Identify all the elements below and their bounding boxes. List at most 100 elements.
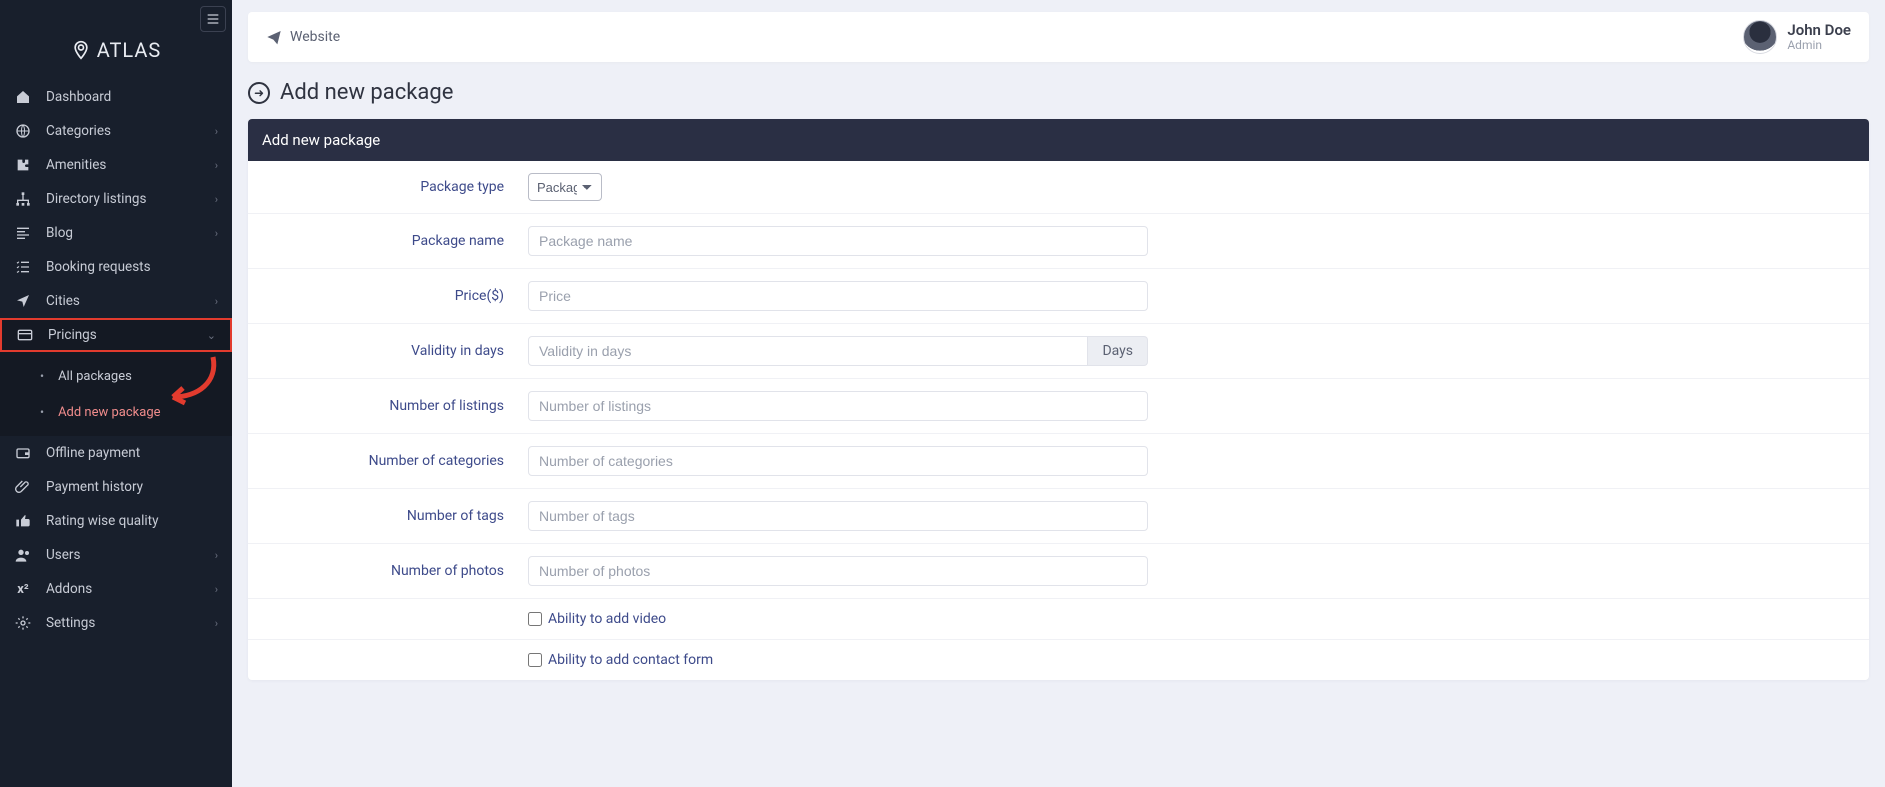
- price-input[interactable]: [528, 281, 1148, 311]
- avatar: [1743, 20, 1777, 54]
- row-categories: Number of categories: [248, 434, 1869, 489]
- package-name-input[interactable]: [528, 226, 1148, 256]
- row-validity: Validity in days Days: [248, 324, 1869, 379]
- sidebar-item-amenities[interactable]: Amenities ›: [0, 148, 232, 182]
- sidebar-item-label: Amenities: [46, 157, 106, 173]
- sidebar-item-directory-listings[interactable]: Directory listings ›: [0, 182, 232, 216]
- label-price: Price($): [248, 288, 528, 304]
- user-role: Admin: [1787, 39, 1851, 52]
- website-link[interactable]: Website: [266, 29, 340, 45]
- circle-arrow-icon: ➜: [248, 82, 270, 104]
- home-icon: [14, 89, 32, 105]
- pricings-submenu: All packages Add new package: [0, 352, 232, 436]
- paperclip-icon: [14, 479, 32, 495]
- row-listings: Number of listings: [248, 379, 1869, 434]
- sitemap-icon: [14, 191, 32, 207]
- brand-pin-icon: [71, 40, 91, 60]
- location-arrow-icon: [14, 293, 32, 309]
- listings-input[interactable]: [528, 391, 1148, 421]
- label-categories: Number of categories: [248, 453, 528, 469]
- chevron-right-icon: ›: [215, 549, 218, 562]
- label-listings: Number of listings: [248, 398, 528, 414]
- superscript-icon: x²: [14, 582, 32, 597]
- sidebar-item-label: Rating wise quality: [46, 513, 158, 529]
- row-tags: Number of tags: [248, 489, 1869, 544]
- sidebar-subitem-label: All packages: [58, 369, 132, 384]
- ability-video-label: Ability to add video: [548, 611, 666, 627]
- sidebar-item-booking-requests[interactable]: Booking requests: [0, 250, 232, 284]
- sidebar-item-label: Payment history: [46, 479, 143, 495]
- label-package-type: Package type: [248, 179, 528, 195]
- photos-input[interactable]: [528, 556, 1148, 586]
- sidebar-item-label: Categories: [46, 123, 111, 139]
- sidebar-item-label: Settings: [46, 615, 95, 631]
- page-title-row: ➜ Add new package: [232, 62, 1885, 119]
- brand-name: ATLAS: [97, 38, 162, 62]
- sidebar-item-blog[interactable]: Blog ›: [0, 216, 232, 250]
- puzzle-icon: [14, 157, 32, 173]
- row-price: Price($): [248, 269, 1869, 324]
- chevron-down-icon: ⌄: [207, 329, 216, 342]
- chevron-right-icon: ›: [215, 159, 218, 172]
- sidebar-toggle-button[interactable]: [200, 6, 226, 32]
- sidebar-item-users[interactable]: Users ›: [0, 538, 232, 572]
- sidebar-item-label: Dashboard: [46, 89, 111, 105]
- sidebar-item-settings[interactable]: Settings ›: [0, 606, 232, 640]
- chevron-right-icon: ›: [215, 125, 218, 138]
- sidebar-item-label: Offline payment: [46, 445, 140, 461]
- row-contact: Ability to add contact form: [248, 640, 1869, 680]
- credit-card-icon: [16, 327, 34, 343]
- label-package-name: Package name: [248, 233, 528, 249]
- chevron-right-icon: ›: [215, 583, 218, 596]
- sidebar-item-dashboard[interactable]: Dashboard: [0, 80, 232, 114]
- user-menu[interactable]: John Doe Admin: [1743, 20, 1851, 54]
- sidebar-item-cities[interactable]: Cities ›: [0, 284, 232, 318]
- row-photos: Number of photos: [248, 544, 1869, 599]
- sidebar-item-label: Directory listings: [46, 191, 146, 207]
- tags-input[interactable]: [528, 501, 1148, 531]
- sidebar-item-categories[interactable]: Categories ›: [0, 114, 232, 148]
- sidebar-item-label: Addons: [46, 581, 92, 597]
- sidebar-item-label: Booking requests: [46, 259, 151, 275]
- card-header: Add new package: [248, 119, 1869, 161]
- sidebar-subitem-add-new-package[interactable]: Add new package: [0, 394, 232, 430]
- label-photos: Number of photos: [248, 563, 528, 579]
- package-type-select[interactable]: Packag…: [528, 173, 602, 201]
- user-name: John Doe: [1787, 22, 1851, 39]
- gear-icon: [14, 615, 32, 631]
- wallet-icon: [14, 445, 32, 461]
- chevron-right-icon: ›: [215, 227, 218, 240]
- chevron-right-icon: ›: [215, 617, 218, 630]
- paper-plane-icon: [266, 29, 282, 45]
- validity-input[interactable]: [528, 336, 1088, 366]
- row-package-name: Package name: [248, 214, 1869, 269]
- topbar: Website John Doe Admin: [248, 12, 1869, 62]
- sidebar-item-label: Cities: [46, 293, 80, 309]
- row-package-type: Package type Packag…: [248, 161, 1869, 214]
- brand[interactable]: ATLAS: [0, 32, 232, 80]
- sidebar-item-label: Pricings: [48, 327, 97, 343]
- sidebar-item-pricings[interactable]: Pricings ⌄: [0, 318, 232, 352]
- sidebar-item-offline-payment[interactable]: Offline payment: [0, 436, 232, 470]
- ability-contact-checkbox[interactable]: [528, 653, 542, 667]
- ability-contact-label: Ability to add contact form: [548, 652, 713, 668]
- users-icon: [14, 547, 32, 563]
- website-link-label: Website: [290, 29, 340, 45]
- sidebar-item-label: Blog: [46, 225, 73, 241]
- validity-addon: Days: [1088, 336, 1148, 366]
- hamburger-icon: [205, 11, 221, 27]
- list-check-icon: [14, 259, 32, 275]
- label-tags: Number of tags: [248, 508, 528, 524]
- form-card: Add new package Package type Packag… Pac…: [248, 119, 1869, 680]
- ability-video-checkbox[interactable]: [528, 612, 542, 626]
- sidebar: ATLAS Dashboard Categories › Amenities ›…: [0, 0, 232, 787]
- sidebar-item-addons[interactable]: x² Addons ›: [0, 572, 232, 606]
- sidebar-subitem-label: Add new package: [58, 405, 160, 420]
- sidebar-item-payment-history[interactable]: Payment history: [0, 470, 232, 504]
- chevron-right-icon: ›: [215, 193, 218, 206]
- sidebar-item-rating-wise-quality[interactable]: Rating wise quality: [0, 504, 232, 538]
- categories-input[interactable]: [528, 446, 1148, 476]
- row-video: Ability to add video: [248, 599, 1869, 640]
- chevron-right-icon: ›: [215, 295, 218, 308]
- sidebar-subitem-all-packages[interactable]: All packages: [0, 358, 232, 394]
